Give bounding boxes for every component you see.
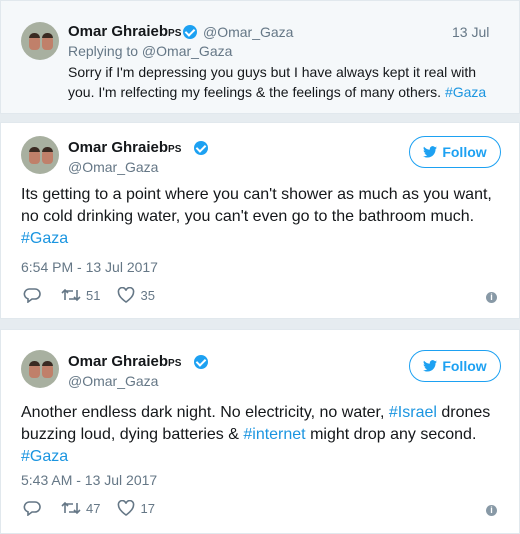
retweet-count: 47 xyxy=(86,500,101,516)
author-handle[interactable]: @Omar_Gaza xyxy=(68,159,158,175)
avatar[interactable] xyxy=(21,350,59,388)
avatar[interactable] xyxy=(21,136,59,174)
reply-button[interactable] xyxy=(23,287,41,303)
retweet-button[interactable]: 51 xyxy=(61,287,100,303)
info-icon[interactable]: i xyxy=(486,292,497,303)
author-handle[interactable]: @Omar_Gaza xyxy=(68,373,158,389)
retweet-count: 51 xyxy=(86,287,101,303)
hashtag-link-internet[interactable]: #internet xyxy=(243,426,305,443)
verified-badge-icon xyxy=(183,25,197,39)
follow-button[interactable]: Follow xyxy=(409,350,501,382)
replying-to[interactable]: Replying to @Omar_Gaza xyxy=(68,43,232,59)
retweet-button[interactable]: 47 xyxy=(61,500,100,516)
author-handle[interactable]: @Omar_Gaza xyxy=(203,24,293,40)
like-count: 17 xyxy=(140,500,155,516)
retweet-icon xyxy=(61,501,81,515)
hashtag-link[interactable]: #Gaza xyxy=(445,84,486,100)
tweet-timestamp[interactable]: 5:43 AM - 13 Jul 2017 xyxy=(21,472,157,488)
reply-icon xyxy=(23,501,41,516)
reply-tweet-text: Sorry if I'm depressing you guys but I h… xyxy=(68,64,487,100)
author-name[interactable]: Omar GhraiebPS xyxy=(68,139,181,156)
like-button[interactable]: 35 xyxy=(117,287,155,303)
verified-badge-icon xyxy=(194,141,208,155)
retweet-icon xyxy=(61,288,81,302)
tweet-text: Another endless dark night. No electrici… xyxy=(21,404,491,465)
follow-button[interactable]: Follow xyxy=(409,136,501,168)
tweet-timestamp[interactable]: 6:54 PM - 13 Jul 2017 xyxy=(21,259,158,275)
like-icon xyxy=(118,500,135,516)
twitter-bird-icon xyxy=(423,360,438,372)
reply-tweet-card[interactable]: Omar GhraiebPS @Omar_Gaza 13 Jul Replyin… xyxy=(0,0,520,114)
twitter-bird-icon xyxy=(423,146,438,158)
tweet-actions: 51 35 xyxy=(23,287,155,303)
follow-label: Follow xyxy=(442,144,487,160)
hashtag-link-israel[interactable]: #Israel xyxy=(389,404,437,421)
follow-label: Follow xyxy=(442,358,487,374)
tweet-actions: 47 17 xyxy=(23,500,155,516)
tweet-card: Omar GhraiebPS @Omar_Gaza Follow Another… xyxy=(0,329,520,534)
reply-icon xyxy=(23,288,41,303)
author-name[interactable]: Omar GhraiebPS xyxy=(68,23,181,40)
tweet-date[interactable]: 13 Jul xyxy=(452,24,489,40)
like-icon xyxy=(118,287,135,303)
hashtag-link[interactable]: #Gaza xyxy=(21,448,68,465)
reply-button[interactable] xyxy=(23,500,41,516)
tweet-text: Its getting to a point where you can't s… xyxy=(21,186,492,247)
like-button[interactable]: 17 xyxy=(117,500,155,516)
hashtag-link[interactable]: #Gaza xyxy=(21,230,68,247)
tweet-card: Omar GhraiebPS @Omar_Gaza Follow Its get… xyxy=(0,122,520,319)
verified-badge-icon xyxy=(194,355,208,369)
like-count: 35 xyxy=(140,287,155,303)
avatar[interactable] xyxy=(21,22,59,60)
info-icon[interactable]: i xyxy=(486,505,497,516)
author-name[interactable]: Omar GhraiebPS xyxy=(68,353,181,370)
